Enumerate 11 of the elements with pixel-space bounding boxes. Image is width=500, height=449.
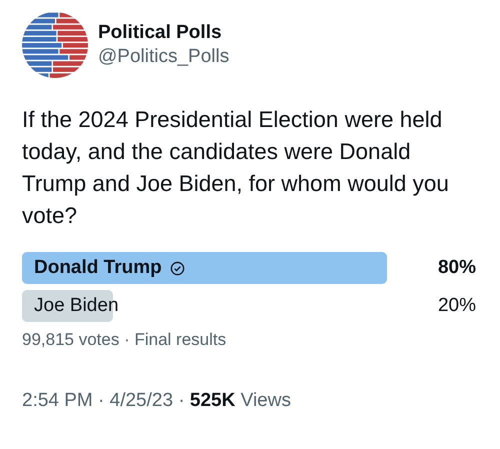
- option-label: Joe Biden: [34, 295, 119, 317]
- option-label: Donald Trump: [34, 257, 162, 279]
- avatar-icon: [22, 12, 88, 78]
- option-percent: 20%: [438, 295, 477, 317]
- author-name: Political Polls: [98, 22, 223, 44]
- tweet-meta: 2:54 PM · 4/25/23 · 525K Views: [22, 390, 292, 412]
- tweet-text: If the 2024 Presidential Election were held today, and the candidates were Donald Trump and Joe Biden, for whom would you vote?: [22, 106, 450, 230]
- author-handle: @Politics_Polls: [98, 46, 230, 68]
- option-percent: 80%: [438, 257, 477, 279]
- check-circle-icon: [170, 260, 185, 276]
- poll-summary: 99,815 votes · Final results: [22, 330, 228, 350]
